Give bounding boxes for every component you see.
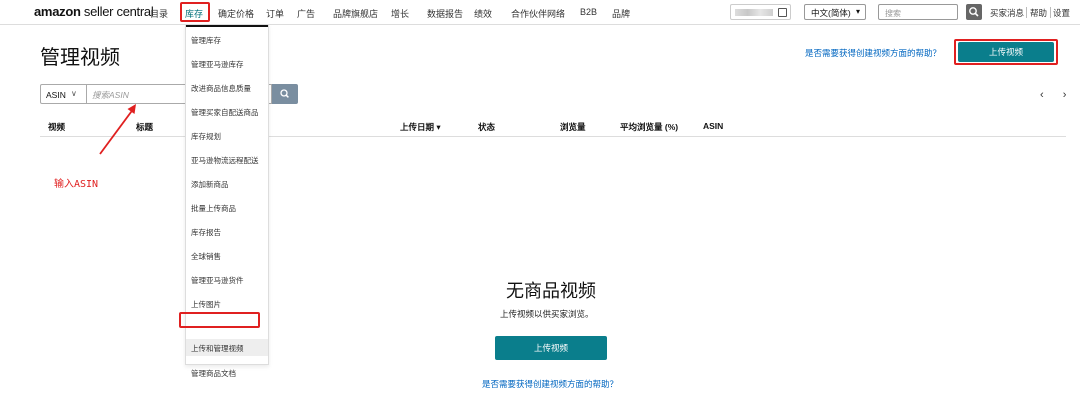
account-switcher[interactable] — [730, 4, 791, 20]
search-icon — [280, 89, 289, 98]
help-link[interactable]: 帮助 — [1030, 7, 1047, 19]
menu-item-inventory-reports[interactable]: 库存报告 — [191, 227, 221, 238]
annotation-arrow-icon — [99, 104, 136, 155]
nav-brands[interactable]: 品牌 — [612, 7, 630, 20]
language-value: 中文(简体) — [811, 8, 851, 18]
seller-central-logo[interactable]: amazon seller central — [34, 4, 154, 19]
nav-advertising[interactable]: 广告 — [297, 7, 315, 20]
chevron-down-icon: ▾ — [855, 7, 860, 16]
divider — [1050, 7, 1051, 18]
nav-reports[interactable]: 数据报告 — [427, 7, 463, 20]
menu-top-border — [186, 25, 268, 27]
search-field-select[interactable]: ASIN ∨ — [40, 84, 87, 104]
top-navigation-bar: amazon seller central 目录 库存 确定价格 订单 广告 品… — [0, 0, 1080, 25]
upload-button-highlight-box — [954, 39, 1058, 65]
video-help-link-bottom[interactable]: 是否需要获得创建视频方面的帮助？ — [482, 378, 618, 390]
nav-pricing[interactable]: 确定价格 — [218, 7, 254, 20]
settings-link[interactable]: 设置 — [1053, 7, 1070, 19]
menu-item-upload-manage-videos[interactable]: 上传和管理视频 — [191, 343, 244, 354]
search-icon — [969, 7, 979, 17]
account-name-redacted — [735, 9, 773, 16]
nav-partner-network[interactable]: 合作伙伴网络 — [511, 7, 565, 20]
nav-stores[interactable]: 品牌旗舰店 — [333, 7, 378, 20]
menu-item-global-selling[interactable]: 全球销售 — [191, 251, 221, 262]
logo-brand: amazon — [34, 4, 81, 19]
buyer-messages-link[interactable]: 买家消息 — [990, 7, 1024, 19]
menu-item-upload-images[interactable]: 上传图片 — [191, 299, 221, 310]
chevron-down-icon: ∨ — [71, 89, 77, 98]
asin-search-button[interactable] — [272, 84, 298, 104]
menu-item-add-product[interactable]: 添加新商品 — [191, 179, 229, 190]
page-title: 管理视频 — [40, 47, 120, 69]
column-avg-view-pct: 平均浏览量 (%) — [620, 122, 679, 132]
nav-performance[interactable]: 绩效 — [474, 7, 492, 20]
video-menu-item-highlight-box — [179, 312, 260, 328]
nav-inventory-highlight-box — [180, 2, 210, 22]
upload-video-button-center[interactable]: 上传视频 — [495, 336, 607, 360]
divider — [1026, 7, 1027, 18]
global-search-button[interactable] — [966, 4, 982, 20]
search-field-value: ASIN — [46, 90, 66, 100]
language-select[interactable]: 中文(简体) ▾ — [804, 4, 866, 20]
menu-item-manage-shipments[interactable]: 管理亚马逊货件 — [191, 275, 244, 286]
nav-b2b[interactable]: B2B — [580, 7, 597, 17]
logo-product: seller central — [80, 4, 154, 19]
column-status: 状态 — [478, 122, 496, 132]
column-asin: ASIN — [703, 121, 724, 131]
global-search-input[interactable]: 搜索 — [878, 4, 958, 20]
empty-state-subtitle: 上传视频以供买家浏览。 — [500, 309, 594, 319]
menu-item-manage-fba-inventory[interactable]: 管理亚马逊库存 — [191, 59, 244, 70]
column-views: 浏览量 — [560, 122, 586, 132]
column-video: 视频 — [48, 122, 66, 132]
empty-state-title: 无商品视频 — [506, 281, 596, 301]
menu-item-bulk-upload[interactable]: 批量上传商品 — [191, 203, 236, 214]
nav-orders[interactable]: 订单 — [266, 7, 284, 20]
menu-item-remote-fulfillment[interactable]: 亚马逊物流远程配送 — [191, 155, 259, 166]
pagination-arrows[interactable]: ‹ › — [1040, 89, 1074, 101]
nav-catalog[interactable]: 目录 — [150, 7, 168, 20]
account-switch-icon — [778, 8, 787, 17]
annotation-label: 输入ASIN — [54, 179, 99, 190]
column-upload-date[interactable]: 上传日期 ▾ — [400, 121, 441, 133]
nav-growth[interactable]: 增长 — [391, 7, 409, 20]
menu-item-product-documents[interactable]: 管理商品文档 — [191, 368, 236, 379]
menu-item-manage-inventory[interactable]: 管理库存 — [191, 35, 221, 46]
menu-item-listing-quality[interactable]: 改进商品信息质量 — [191, 83, 251, 94]
video-help-link[interactable]: 是否需要获得创建视频方面的帮助？ — [805, 47, 941, 59]
menu-item-mfn-listings[interactable]: 管理买家自配送商品 — [191, 107, 259, 118]
menu-item-inventory-planning[interactable]: 库存规划 — [191, 131, 221, 142]
